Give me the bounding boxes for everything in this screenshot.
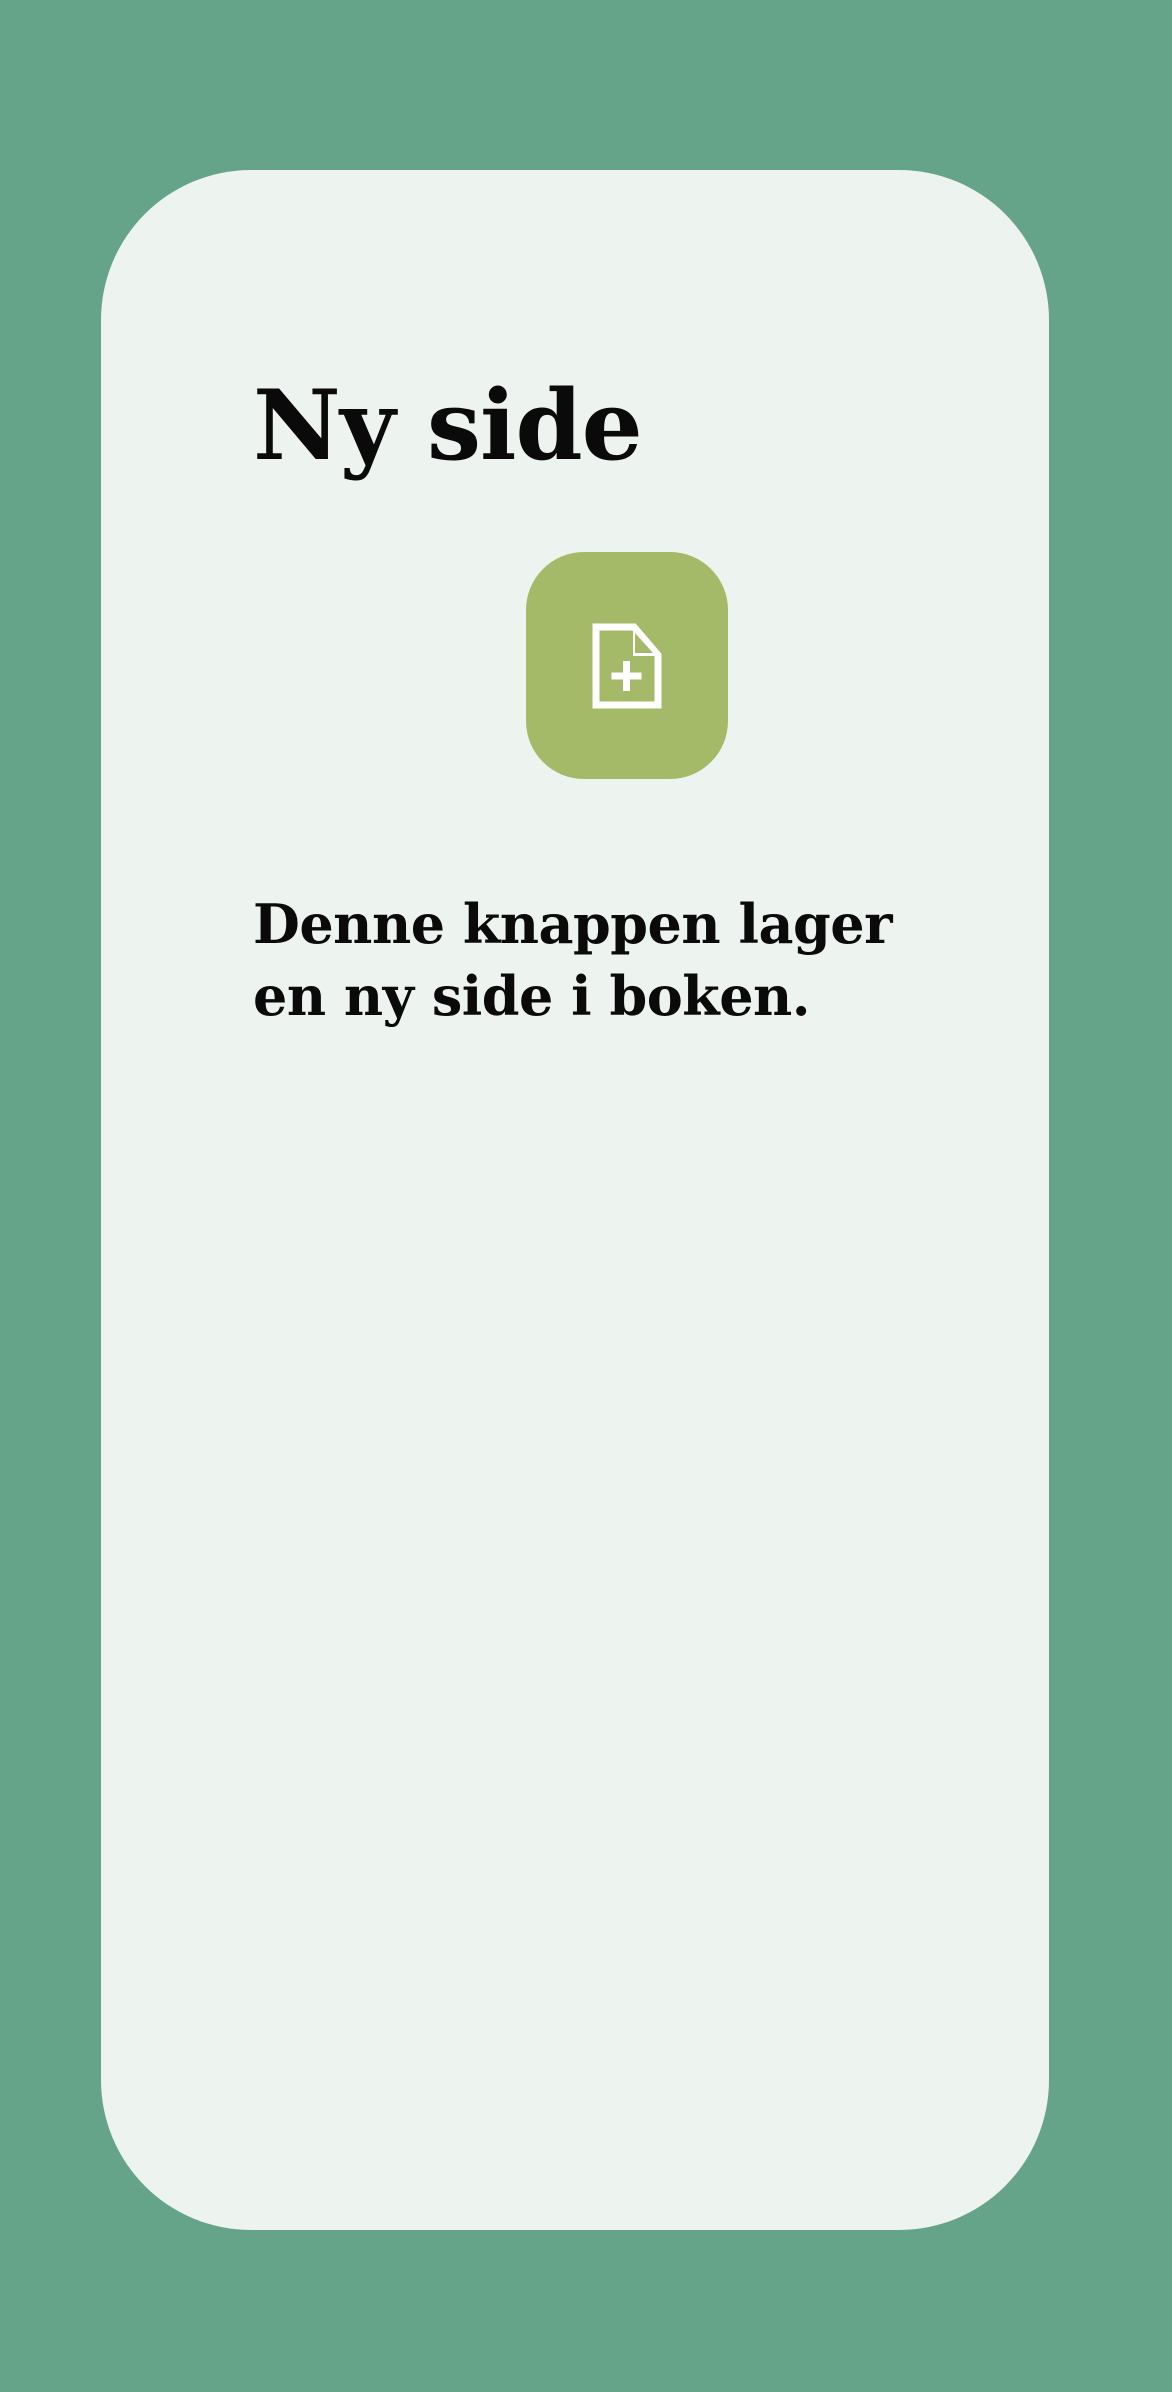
new-page-icon	[592, 623, 662, 708]
new-page-button[interactable]	[526, 552, 728, 779]
page-title: Ny side	[253, 369, 643, 482]
description-text: Denne knappen lager en ny side i boken.	[253, 892, 893, 1028]
info-card: Ny side Denne knappen lager en ny side i…	[101, 170, 1049, 2230]
